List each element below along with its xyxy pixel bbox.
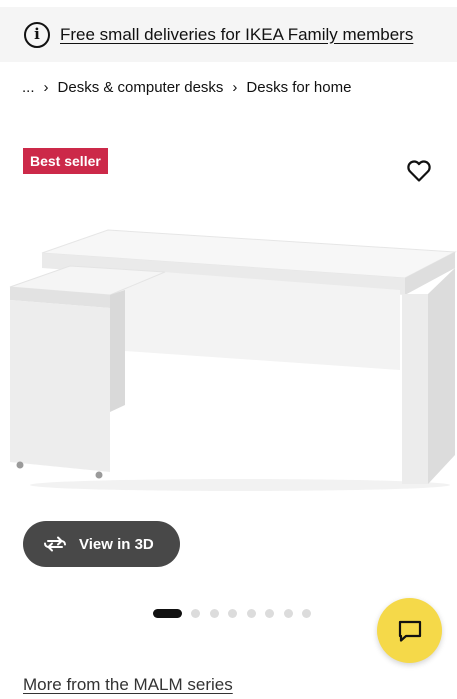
info-icon: i <box>24 21 50 48</box>
breadcrumb-item-desks-for-home[interactable]: Desks for home <box>246 79 351 96</box>
info-banner: i Free small deliveries for IKEA Family … <box>0 7 457 62</box>
carousel-dot[interactable] <box>265 608 274 618</box>
chat-button[interactable] <box>377 598 442 663</box>
carousel-dot[interactable] <box>246 608 256 618</box>
product-image[interactable] <box>0 200 457 500</box>
rotate-icon <box>44 536 66 552</box>
family-deliveries-link[interactable]: Free small deliveries for IKEA Family me… <box>60 25 413 45</box>
carousel-dot[interactable] <box>302 608 311 618</box>
carousel-dot[interactable] <box>153 608 182 618</box>
carousel-dot[interactable] <box>283 608 293 618</box>
breadcrumb: ... › Desks & computer desks › Desks for… <box>22 77 351 97</box>
view-in-3d-label: View in 3D <box>79 535 154 553</box>
breadcrumb-item-desks-computer-desks[interactable]: Desks & computer desks <box>58 79 224 96</box>
chevron-right-icon: › <box>232 78 238 96</box>
carousel-dot[interactable] <box>228 608 237 618</box>
favourite-button[interactable] <box>405 158 433 184</box>
carousel-dots <box>153 608 321 618</box>
heart-icon <box>407 160 431 182</box>
malm-series-link[interactable]: More from the MALM series <box>23 675 233 695</box>
chat-icon <box>398 620 421 642</box>
view-in-3d-button[interactable]: View in 3D <box>23 521 180 567</box>
best-seller-badge: Best seller <box>23 148 108 174</box>
carousel-dot[interactable] <box>191 608 200 618</box>
carousel-dot[interactable] <box>209 608 219 618</box>
chevron-right-icon: › <box>43 78 49 96</box>
breadcrumb-ellipsis[interactable]: ... <box>22 79 35 96</box>
